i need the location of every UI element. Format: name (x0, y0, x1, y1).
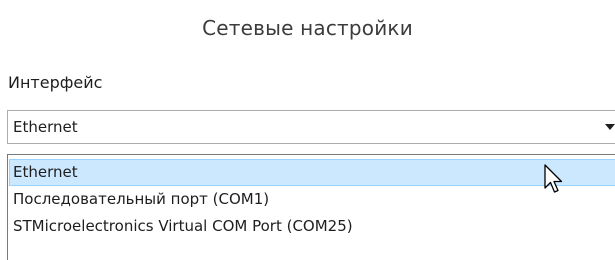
mouse-pointer-icon (544, 164, 563, 193)
dropdown-option-label: Последовательный порт (COM1) (13, 190, 270, 208)
network-settings-panel: Сетевые настройки Интерфейс Ethernet Eth… (0, 0, 615, 260)
chevron-down-icon[interactable] (605, 124, 615, 130)
dropdown-option-ethernet[interactable]: Ethernet (9, 159, 615, 186)
dropdown-option-label: STMicroelectronics Virtual COM Port (COM… (13, 217, 353, 235)
interface-select[interactable]: Ethernet (7, 110, 615, 144)
interface-label: Интерфейс (8, 73, 103, 92)
page-title: Сетевые настройки (202, 16, 413, 40)
dropdown-option-label: Ethernet (13, 163, 78, 181)
dropdown-option-com1[interactable]: Последовательный порт (COM1) (9, 186, 615, 213)
interface-dropdown-list: Ethernet Последовательный порт (COM1) ST… (7, 154, 615, 260)
interface-select-value: Ethernet (13, 118, 78, 136)
dropdown-option-com25[interactable]: STMicroelectronics Virtual COM Port (COM… (9, 213, 615, 240)
